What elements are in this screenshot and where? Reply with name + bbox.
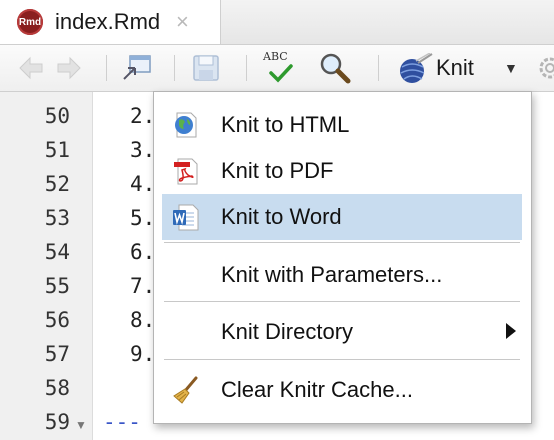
toolbar-separator (174, 55, 175, 81)
menu-item-knit-to-word[interactable]: Knit to Word (162, 194, 522, 240)
gear-icon[interactable] (534, 45, 554, 91)
menu-separator (164, 242, 520, 243)
menu-separator (164, 359, 520, 360)
code-line[interactable]: 5. (130, 206, 155, 230)
tab-title: index.Rmd (55, 9, 161, 34)
knit-yarn-icon (400, 53, 433, 83)
code-line[interactable]: 2. (130, 104, 155, 128)
menu-item-label: Knit to Word (221, 204, 342, 229)
line-number: 50 (44, 104, 70, 128)
menu-item-clear-knitr-cache[interactable]: Clear Knitr Cache... (162, 367, 522, 413)
menu-item-label: Knit with Parameters... (221, 262, 443, 287)
menu-item-knit-to-html[interactable]: Knit to HTML (162, 102, 522, 148)
forward-arrow-icon[interactable] (54, 45, 84, 91)
word-icon (173, 204, 199, 231)
back-arrow-icon[interactable] (16, 45, 46, 91)
line-number: 59 (44, 410, 70, 434)
code-line[interactable]: 7. (130, 274, 155, 298)
line-number: 58 (44, 376, 70, 400)
knit-dropdown-menu: Knit to HTML Knit to PDF Knit to Word Kn… (153, 91, 532, 424)
toolbar-separator (378, 55, 379, 81)
show-in-window-icon[interactable] (120, 45, 154, 91)
menu-item-knit-with-parameters[interactable]: Knit with Parameters... (162, 252, 522, 298)
close-tab-icon[interactable]: × (176, 9, 189, 35)
save-icon[interactable] (190, 45, 222, 91)
menu-item-label: Knit to PDF (221, 158, 334, 183)
line-number: 54 (44, 240, 70, 264)
chevron-down-icon[interactable]: ▼ (504, 60, 518, 76)
editor-toolbar: ABC Knit ▼ (0, 45, 554, 92)
pdf-icon (174, 158, 198, 185)
yaml-delimiter[interactable]: --- (103, 410, 141, 434)
rmd-file-icon: Rmd (17, 9, 43, 35)
tab-index-rmd[interactable]: Rmd index.Rmd × (0, 0, 221, 44)
code-line[interactable]: 3. (130, 138, 155, 162)
editor-tab-bar: Rmd index.Rmd × (0, 0, 554, 45)
toolbar-separator (246, 55, 247, 81)
line-number: 56 (44, 308, 70, 332)
globe-icon (175, 112, 197, 138)
code-line[interactable]: 9. (130, 342, 155, 366)
menu-item-label: Knit Directory (221, 319, 354, 344)
line-number: 55 (44, 274, 70, 298)
knit-label: Knit (436, 55, 474, 80)
line-number: 52 (44, 172, 70, 196)
code-line[interactable]: 6. (130, 240, 155, 264)
menu-item-label: Knit to HTML (221, 112, 350, 137)
submenu-arrow-icon (506, 323, 516, 339)
code-line[interactable]: 8. (130, 308, 155, 332)
menu-item-label: Clear Knitr Cache... (221, 377, 413, 402)
search-icon[interactable] (316, 45, 354, 91)
line-number: 51 (44, 138, 70, 162)
toolbar-separator (106, 55, 107, 81)
line-number: 53 (44, 206, 70, 230)
line-number: 57 (44, 342, 70, 366)
menu-separator (164, 301, 520, 302)
broom-icon (173, 376, 198, 404)
menu-item-knit-directory[interactable]: Knit Directory (162, 309, 522, 355)
spellcheck-icon[interactable]: ABC (260, 45, 300, 91)
menu-item-knit-to-pdf[interactable]: Knit to PDF (162, 148, 522, 194)
code-line[interactable]: 4. (130, 172, 155, 196)
fold-toggle-icon[interactable]: ▼ (75, 418, 87, 432)
